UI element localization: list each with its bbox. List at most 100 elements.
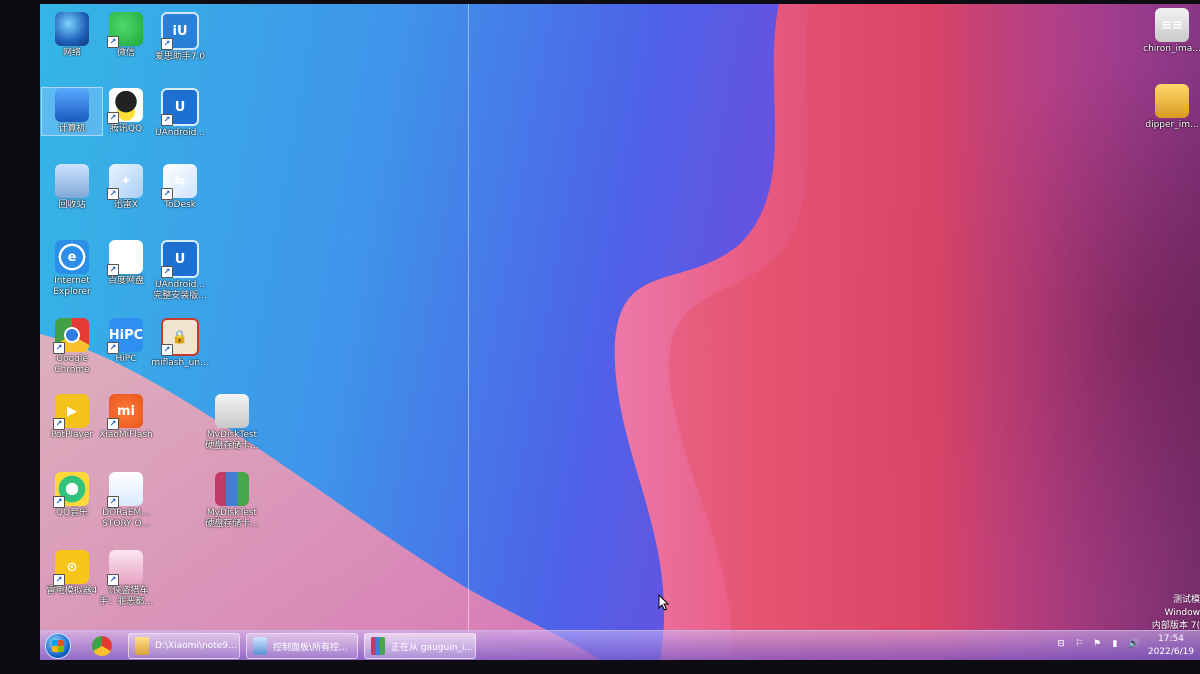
desktop-icon-label: HiPC [115, 354, 137, 364]
start-button[interactable] [42, 631, 74, 660]
desktop-icon-qq-music[interactable]: ↗ QQ音乐 [42, 472, 102, 519]
chrome-icon [92, 636, 112, 656]
desktop-icon-computer[interactable]: 计算机 [41, 87, 103, 136]
windows-test-mode-watermark: 测试模 Window 内部版本 7( [1140, 594, 1200, 633]
desktop-icon-label: miflash_un... [151, 358, 209, 368]
desktop-icon-wechat[interactable]: ↗ 微信 [96, 12, 156, 59]
volume-icon[interactable]: 🔊 [1128, 639, 1139, 649]
shortcut-arrow-icon: ↗ [107, 112, 119, 124]
desktop-icon-label: DORaEM... STORY O... [102, 508, 150, 529]
desktop-icon-label: 计算机 [58, 124, 86, 134]
usb-device-icon[interactable]: ⚐ [1074, 639, 1084, 649]
shortcut-arrow-icon: ↗ [161, 344, 173, 356]
shortcut-arrow-icon: ↗ [107, 418, 119, 430]
todesk-icon: ⇆ ↗ [161, 164, 197, 200]
desktop-icon-label: chiron_ima... [1143, 44, 1200, 54]
miflash-unlock-icon: 🔒 ↗ [161, 318, 199, 356]
network-icon [55, 12, 89, 46]
desktop-icon-xiaomiflash[interactable]: mi ↗ XiaoMiFlash [96, 394, 156, 441]
wallpaper-wave [40, 4, 1200, 660]
internet-explorer-icon: e [55, 240, 89, 274]
desktop-icon-label: 雷电模拟器4 [46, 586, 98, 596]
taskbar-window-explorer[interactable]: D:\Xiaomi\note9... [128, 633, 240, 659]
winrar-icon [371, 637, 385, 655]
taskbar-window-extract-progress[interactable]: 正在从 gauguin_i... [364, 633, 476, 659]
computer-icon [55, 88, 89, 122]
desktop-icon-chiron-image[interactable]: ≡≡ chiron_ima... [1142, 8, 1200, 55]
taskbar-pin-chrome[interactable] [84, 633, 120, 659]
screen-artifact-line [468, 4, 469, 632]
hipc-icon: HiPC ↗ [107, 318, 143, 354]
chiron-image-icon: ≡≡ [1155, 8, 1189, 42]
watermark-line-1: 测试模 [1172, 595, 1200, 605]
taskbar-window-control-panel[interactable]: 控制面板\所有控... [246, 633, 358, 659]
desktop-icon-xunlei[interactable]: ✦ ↗ 迅雷X [96, 164, 156, 211]
desktop-icon-label: dipper_im... [1145, 120, 1199, 130]
system-tray: ⊟ ⚐ ⚑ ▮ 🔊 [1056, 639, 1139, 649]
desktop-icon-baidu-netdisk[interactable]: ∞ ↗ 百度网盘 [96, 240, 156, 287]
shortcut-arrow-icon: ↗ [161, 266, 173, 278]
desktop-icon-mydisktest-folder[interactable]: MyDiskTest 硬盘存储卡... [202, 394, 262, 452]
desktop-icon-potplayer[interactable]: ▶ ↗ PotPlayer [42, 394, 102, 441]
shortcut-arrow-icon: ↗ [53, 342, 65, 354]
desktop-icon-leidian-emulator[interactable]: ⊙ ↗ 雷电模拟器4 [42, 550, 102, 597]
task-label: 正在从 gauguin_i... [391, 642, 473, 653]
control-panel-icon [253, 637, 267, 655]
task-label: 控制面板\所有控... [273, 642, 348, 653]
desktop-icon-label: Internet Explorer [53, 276, 91, 297]
shortcut-arrow-icon: ↗ [161, 188, 173, 200]
desktop-icon-label: XiaoMiFlash [99, 430, 153, 440]
shortcut-arrow-icon: ↗ [161, 38, 173, 50]
mydisktest-archive-icon [215, 472, 249, 506]
desktop-icon-miflash-unlock[interactable]: 🔒 ↗ miflash_un... [150, 318, 210, 369]
desktop-icon-recycle-bin[interactable]: 回收站 [42, 164, 102, 211]
desktop-icon-uandroid[interactable]: U ↗ UAndroid... [150, 88, 210, 139]
qq-icon: ↗ [107, 88, 143, 124]
desktop-icon-label: 腾讯QQ [109, 124, 143, 134]
recycle-bin-icon [55, 164, 89, 198]
desktop-icon-uandroid-full[interactable]: U ↗ UAndroid... 完整安装版... [150, 240, 210, 302]
mydisktest-folder-icon [215, 394, 249, 428]
shortcut-arrow-icon: ↗ [53, 418, 65, 430]
desktop-icon-todesk[interactable]: ⇆ ↗ ToDesk [150, 164, 210, 211]
desktop-icon-label: MyDiskTest 硬盘存储卡... [205, 508, 259, 529]
desktop-icon-label: 回收站 [58, 200, 86, 210]
desktop-icon-label: 迅雷X [113, 200, 139, 210]
clock-time: 17:54 [1158, 634, 1184, 644]
doraemon-story-icon: ↗ [107, 472, 143, 508]
network-signal-icon[interactable]: ▮ [1110, 639, 1120, 649]
shortcut-arrow-icon: ↗ [107, 264, 119, 276]
shortcut-arrow-icon: ↗ [53, 574, 65, 586]
desktop-icon-label: 《侠盗猎车 手：罪恶都... [99, 586, 153, 607]
windows-start-icon [45, 633, 71, 659]
desktop-icon-doraemon-story[interactable]: ↗ DORaEM... STORY O... [96, 472, 156, 530]
desktop-icon-network[interactable]: 网络 [42, 12, 102, 59]
desktop-icon-gta-vice-city[interactable]: ↗ 《侠盗猎车 手：罪恶都... [96, 550, 156, 608]
clock-date: 2022/6/19 [1147, 647, 1195, 657]
desktop-icon-internet-explorer[interactable]: e Internet Explorer [42, 240, 102, 298]
desktop-icon-qq[interactable]: ↗ 腾讯QQ [96, 88, 156, 135]
desktop-icon-i4-assistant[interactable]: iU ↗ 爱思助手7.0 [150, 12, 210, 63]
task-label: D:\Xiaomi\note9... [155, 641, 237, 651]
shortcut-arrow-icon: ↗ [107, 188, 119, 200]
taskbar-clock[interactable]: 17:54 2022/6/19 [1142, 633, 1200, 659]
keyboard-icon[interactable]: ⊟ [1056, 639, 1066, 649]
shortcut-arrow-icon: ↗ [53, 496, 65, 508]
desktop-icon-mydisktest-archive[interactable]: MyDiskTest 硬盘存储卡... [202, 472, 262, 530]
baidu-netdisk-icon: ∞ ↗ [107, 240, 143, 276]
google-chrome-icon: ↗ [53, 318, 89, 354]
desktop-icon-dipper-image[interactable]: dipper_im... [1142, 84, 1200, 131]
desktop-icon-hipc[interactable]: HiPC ↗ HiPC [96, 318, 156, 365]
shortcut-arrow-icon: ↗ [107, 342, 119, 354]
action-center-flag-icon[interactable]: ⚑ [1092, 639, 1102, 649]
desktop-icon-label: 网络 [62, 48, 81, 58]
mouse-cursor-icon [658, 594, 670, 611]
desktop-icon-label: UAndroid... 完整安装版... [153, 280, 207, 301]
i4-assistant-icon: iU ↗ [161, 12, 199, 50]
desktop-icon-label: MyDiskTest 硬盘存储卡... [205, 430, 259, 451]
desktop-icon-google-chrome[interactable]: ↗ Google Chrome [42, 318, 102, 376]
taskbar: D:\Xiaomi\note9... 控制面板\所有控... 正在从 gaugu… [40, 630, 1200, 660]
shortcut-arrow-icon: ↗ [107, 496, 119, 508]
desktop-icon-label: ToDesk [164, 200, 196, 210]
shortcut-arrow-icon: ↗ [107, 574, 119, 586]
